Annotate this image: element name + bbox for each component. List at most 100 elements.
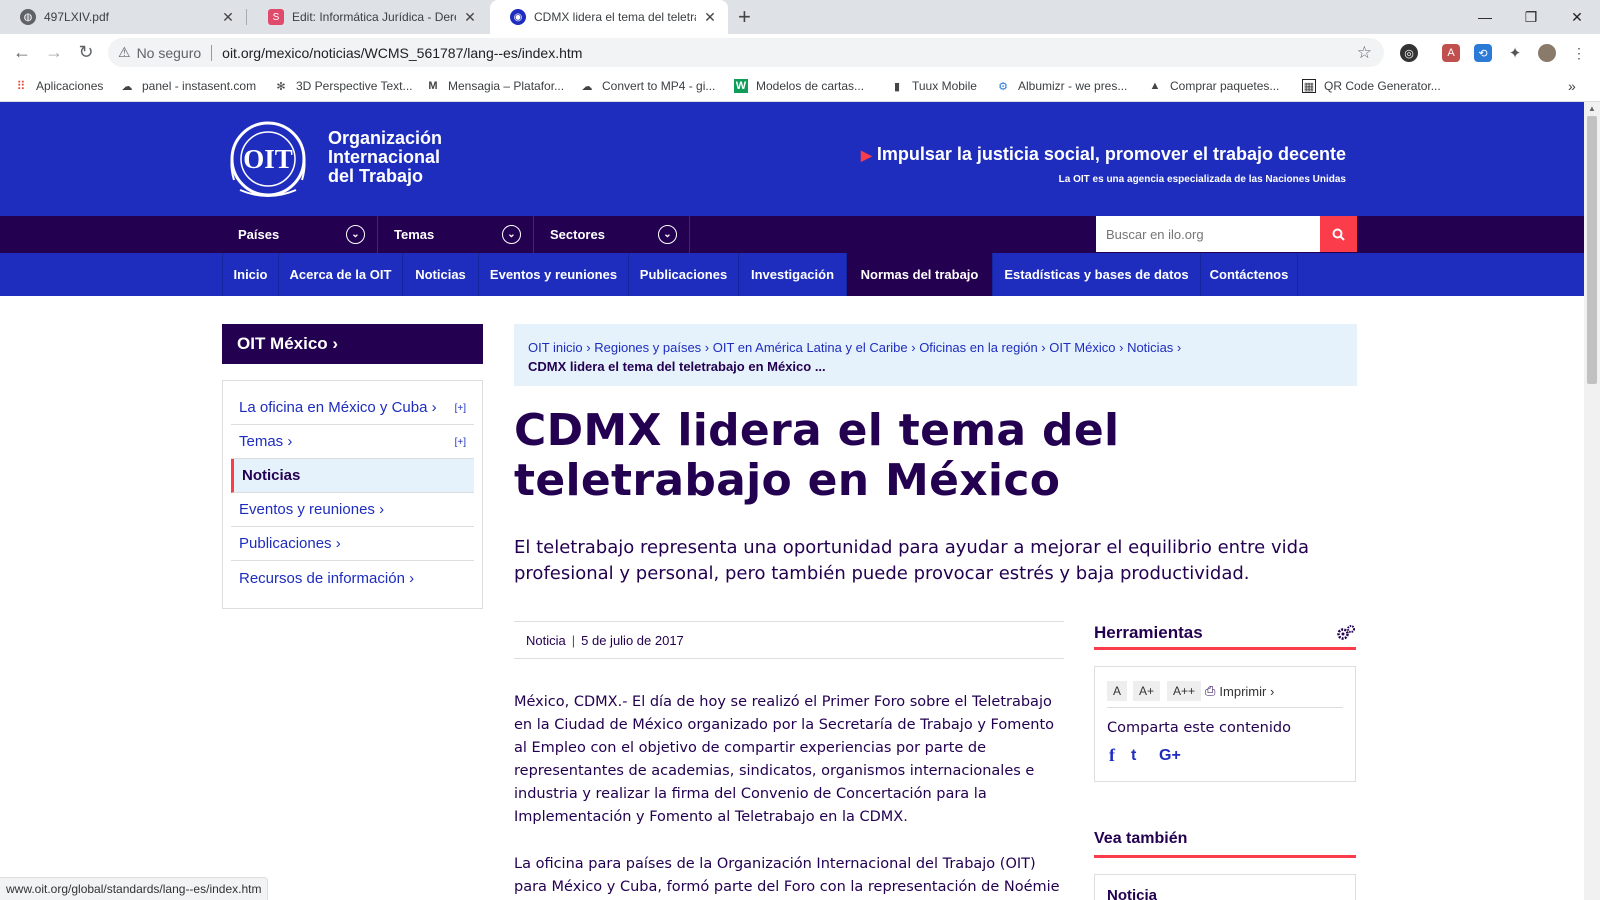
search-button[interactable] [1320,216,1357,252]
more-menu-icon[interactable]: ⋮ [1570,44,1588,62]
slogan[interactable]: ▶ Impulsar la justicia social, promover e… [861,144,1346,165]
bookmark-apps[interactable]: ⠿ Aplicaciones [14,76,104,96]
close-tab-icon[interactable]: ✕ [220,9,236,26]
see-also-item[interactable]: Noticia [1094,874,1356,900]
bookmark-item[interactable]: ✻ 3D Perspective Text... [274,76,412,96]
org-name-line: Internacional [328,147,441,167]
scroll-up-icon[interactable]: ▲ [1588,104,1596,113]
close-tab-icon[interactable]: ✕ [702,9,718,26]
omnibox-divider [211,44,213,61]
url-text[interactable]: oit.org/mexico/noticias/WCMS_561787/lang… [222,45,1357,61]
site-search-input[interactable] [1096,216,1320,252]
org-name[interactable]: Organización Internacional del Trabajo [328,129,442,186]
sync-extension-icon[interactable]: ⟲ [1474,44,1492,62]
reload-icon[interactable]: ↻ [74,40,98,64]
bookmark-item[interactable]: ▦ QR Code Generator... [1302,76,1441,96]
bookmark-item[interactable]: ☁ Convert to MP4 - gi... [580,76,716,96]
more-bookmarks-icon[interactable]: » [1568,76,1576,96]
breadcrumb-link[interactable]: Oficinas en la región › [919,340,1045,355]
bookmark-item[interactable]: ▲ Comprar paquetes... [1148,76,1280,96]
print-link[interactable]: ⎙ Imprimir › [1205,681,1274,701]
ilo-favicon-icon: ◉ [510,9,526,25]
nav-normas[interactable]: Normas del trabajo [846,253,992,296]
address-bar[interactable]: ⚠ No seguro oit.org/mexico/noticias/WCMS… [108,38,1384,67]
article-paragraph: México, CDMX.- El día de hoy se realizó … [514,694,1054,825]
nav-publicaciones[interactable]: Publicaciones [628,253,738,296]
dropdown-paises[interactable]: Países ⌄ [222,216,378,253]
main-navigation: Inicio Acerca de la OIT Noticias Eventos… [0,253,1584,296]
page-scrollbar[interactable]: ▲ [1584,102,1600,900]
browser-tab-edit[interactable]: S Edit: Informática Jurídica - Derech ✕ [248,0,488,34]
sidebar-heading[interactable]: OIT México › [222,324,483,364]
sidebar-item-noticias[interactable]: Noticias [231,459,474,493]
pdf-extension-icon[interactable]: A [1442,44,1460,62]
facebook-icon[interactable]: f [1109,745,1115,766]
nav-noticias[interactable]: Noticias [402,253,478,296]
browser-toolbar: ← → ↻ ⚠ No seguro oit.org/mexico/noticia… [0,34,1600,70]
bookmark-star-icon[interactable]: ☆ [1357,43,1372,63]
bookmark-label: Convert to MP4 - gi... [602,79,716,93]
browser-tab-active[interactable]: ◉ CDMX lidera el tema del teletrab ✕ [490,0,728,34]
sidebar-item-temas[interactable]: Temas › [+] [231,425,474,459]
bookmark-label: Aplicaciones [36,79,104,93]
extension-icon[interactable]: ◎ [1400,44,1418,62]
dropdown-temas[interactable]: Temas ⌄ [378,216,534,253]
sidebar-item-oficina[interactable]: La oficina en México y Cuba › [+] [231,391,474,425]
nav-investigacion[interactable]: Investigación [738,253,846,296]
gears-icon[interactable] [1336,624,1356,642]
nav-eventos[interactable]: Eventos y reuniones [478,253,628,296]
breadcrumb-link[interactable]: OIT México › [1049,340,1123,355]
top-navigation: Países ⌄ Temas ⌄ Sectores ⌄ [0,216,1584,253]
close-window-icon[interactable]: ✕ [1554,0,1600,34]
font-size-large-button[interactable]: A+ [1133,681,1161,701]
bookmark-item[interactable]: W Modelos de cartas... [734,76,864,96]
browser-tab-pdf[interactable]: ◍ 497LXIV.pdf ✕ [0,0,246,34]
new-tab-button[interactable]: + [738,4,751,30]
sidebar-item-eventos[interactable]: Eventos y reuniones › [231,493,474,527]
org-name-line: del Trabajo [328,166,424,186]
bookmark-item[interactable]: ▮ Tuux Mobile [890,76,977,96]
dropdown-label: Sectores [550,227,605,242]
expand-toggle[interactable]: [+] [455,437,466,448]
article-meta: Noticia | 5 de julio de 2017 [514,621,1064,659]
warning-icon[interactable]: ⚠ [118,44,131,61]
bookmark-item[interactable]: ☁ panel - instasent.com [120,76,257,96]
bookmark-label: Comprar paquetes... [1170,79,1280,93]
back-icon[interactable]: ← [10,40,34,64]
play-triangle-icon: ▶ [861,147,872,163]
breadcrumb-link[interactable]: OIT inicio › [528,340,591,355]
close-tab-icon[interactable]: ✕ [462,9,478,26]
article-date: 5 de julio de 2017 [581,632,684,648]
expand-toggle[interactable]: [+] [455,403,466,414]
tools-heading: Herramientas [1094,618,1356,650]
print-label: Imprimir › [1219,683,1275,699]
nav-inicio[interactable]: Inicio [222,253,278,296]
breadcrumb-link[interactable]: Noticias › [1127,340,1181,355]
breadcrumb-link[interactable]: OIT en América Latina y el Caribe › [713,340,916,355]
minimize-icon[interactable]: — [1462,0,1508,34]
dropdown-sectores[interactable]: Sectores ⌄ [534,216,690,253]
breadcrumb: OIT inicio › Regiones y países › OIT en … [514,324,1357,386]
twitter-icon[interactable]: t [1131,747,1136,765]
nav-acerca[interactable]: Acerca de la OIT [278,253,402,296]
forward-icon[interactable]: → [42,40,66,64]
font-size-xlarge-button[interactable]: A++ [1167,681,1202,701]
google-plus-icon[interactable]: G+ [1159,747,1181,765]
dropdown-label: Países [238,227,280,242]
scrollbar-thumb[interactable] [1587,116,1597,384]
profile-avatar[interactable] [1538,44,1556,62]
font-size-normal-button[interactable]: A [1107,681,1128,701]
puzzle-icon[interactable]: ✦ [1506,44,1524,62]
security-label[interactable]: No seguro [137,45,202,61]
bookmark-item[interactable]: ⚙ Albumizr - we pres... [996,76,1127,96]
nav-estadisticas[interactable]: Estadísticas y bases de datos [992,253,1200,296]
sidebar-item-publicaciones[interactable]: Publicaciones › [231,527,474,561]
breadcrumb-link[interactable]: Regiones y países › [594,340,709,355]
sidebar-item-recursos[interactable]: Recursos de información › [231,561,474,595]
bookmark-item[interactable]: M Mensagia – Platafor... [426,76,564,96]
restore-icon[interactable]: ❐ [1508,0,1554,34]
ilo-logo[interactable]: OIT [222,120,314,198]
sidebar-item-label: Publicaciones › [239,535,341,552]
dropdown-label: Temas [394,227,435,242]
nav-contactenos[interactable]: Contáctenos [1200,253,1298,296]
